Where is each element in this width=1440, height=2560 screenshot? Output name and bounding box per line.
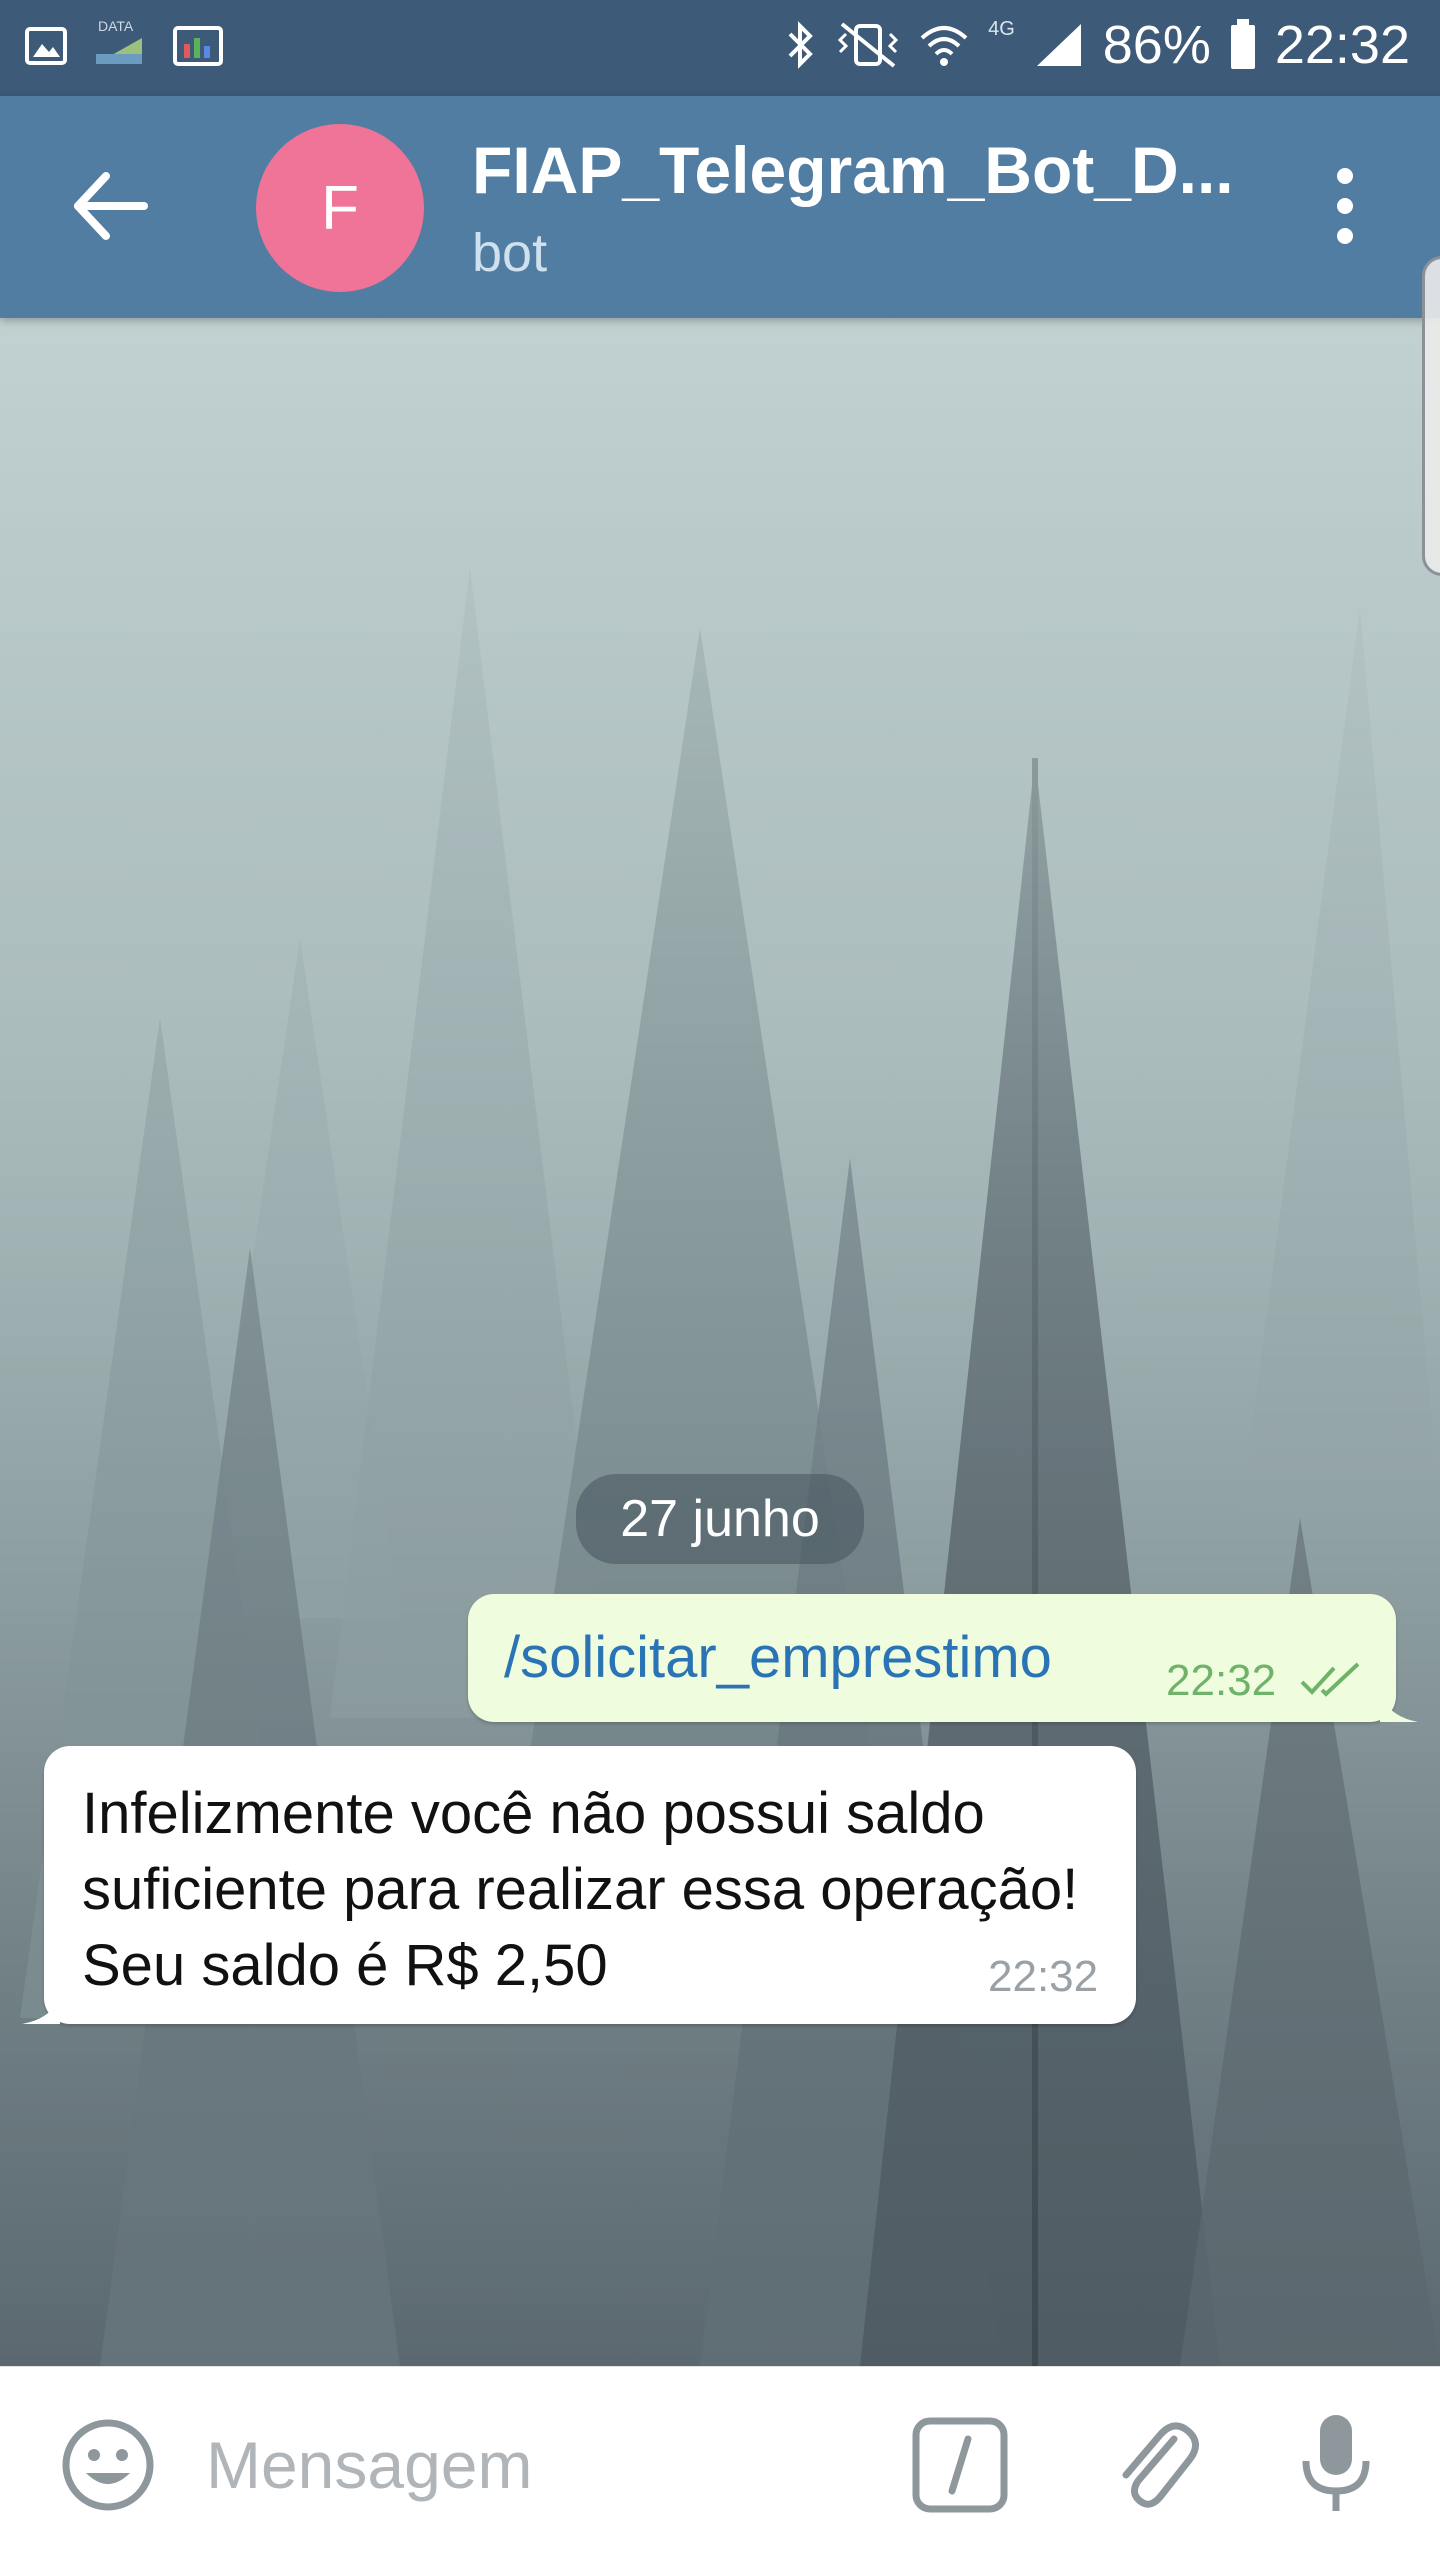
bubble-tail bbox=[1380, 1690, 1418, 1722]
wifi-icon bbox=[920, 26, 968, 66]
forest-wallpaper bbox=[0, 318, 1440, 2366]
message-text[interactable]: Infelizmente você não possui saldo sufic… bbox=[82, 1776, 1102, 2004]
message-time: 22:32 bbox=[1166, 1656, 1277, 1705]
data-icon: DATA bbox=[94, 18, 146, 68]
clock: 22:32 bbox=[1274, 15, 1410, 75]
attach-icon[interactable] bbox=[1104, 2409, 1204, 2519]
outgoing-message[interactable]: /solicitar_emprestimo 22:32 bbox=[468, 1594, 1396, 1722]
bot-command-icon[interactable] bbox=[910, 2415, 1010, 2515]
more-options-icon[interactable] bbox=[1300, 156, 1390, 256]
status-bar: DATA 4G 86% 22:32 bbox=[0, 0, 1440, 96]
emoji-icon[interactable] bbox=[58, 2415, 158, 2515]
avatar[interactable]: F bbox=[256, 124, 424, 292]
message-text[interactable]: /solicitar_emprestimo bbox=[504, 1624, 1052, 1691]
battery-icon bbox=[1230, 19, 1255, 69]
screen-icon bbox=[173, 26, 223, 66]
read-checkmarks-icon bbox=[1300, 1662, 1360, 1697]
network-type-label: 4G bbox=[988, 17, 1015, 40]
back-arrow-icon[interactable] bbox=[60, 156, 160, 256]
mute-vibrate-icon bbox=[837, 22, 899, 68]
fast-scroll-handle[interactable] bbox=[1422, 256, 1440, 576]
message-input[interactable] bbox=[206, 2417, 846, 2513]
chat-subtitle: bot bbox=[472, 223, 548, 283]
incoming-message[interactable]: Infelizmente você não possui saldo sufic… bbox=[44, 1746, 1136, 2024]
signal-icon bbox=[1036, 24, 1081, 66]
bubble-tail bbox=[22, 1994, 60, 2024]
message-time: 22:32 bbox=[988, 1952, 1099, 2001]
gallery-icon bbox=[25, 27, 67, 65]
microphone-icon[interactable] bbox=[1286, 2409, 1386, 2519]
battery-percent: 86% bbox=[1102, 15, 1211, 75]
chat-background bbox=[0, 318, 1440, 2366]
chat-title[interactable]: FIAP_Telegram_Bot_D... bbox=[472, 132, 1252, 208]
bluetooth-icon bbox=[788, 21, 813, 69]
chat-header: F FIAP_Telegram_Bot_D... bot bbox=[0, 96, 1440, 318]
date-separator: 27 junho bbox=[576, 1474, 864, 1564]
message-composer bbox=[0, 2366, 1440, 2560]
